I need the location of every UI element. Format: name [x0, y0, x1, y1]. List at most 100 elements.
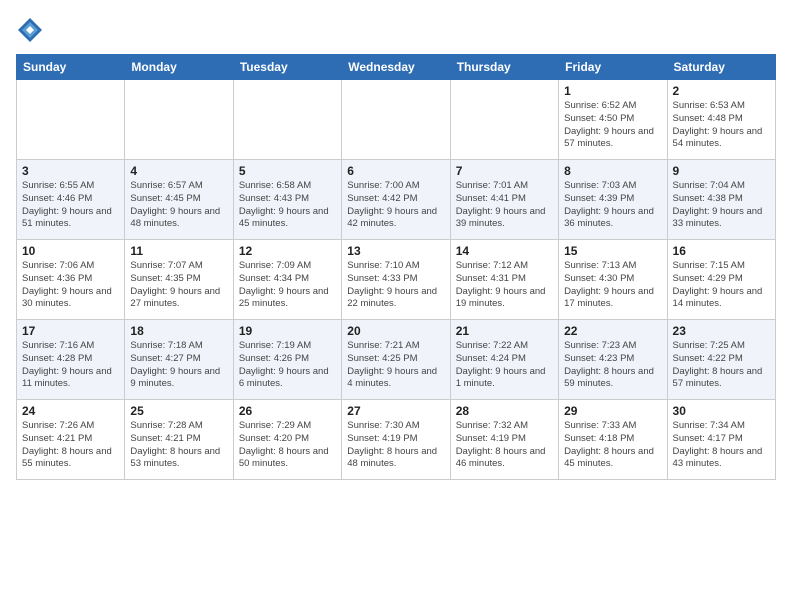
calendar-table: SundayMondayTuesdayWednesdayThursdayFrid…	[16, 54, 776, 480]
day-number: 20	[347, 324, 444, 338]
header-row: SundayMondayTuesdayWednesdayThursdayFrid…	[17, 55, 776, 80]
day-cell: 11Sunrise: 7:07 AM Sunset: 4:35 PM Dayli…	[125, 240, 233, 320]
day-number: 2	[673, 84, 770, 98]
day-info: Sunrise: 7:18 AM Sunset: 4:27 PM Dayligh…	[130, 340, 220, 389]
week-row-0: 1 Sunrise: 6:52 AM Sunset: 4:50 PM Daylig…	[17, 80, 776, 160]
day-cell: 8 Sunrise: 7:03 AM Sunset: 4:39 PM Daylig…	[559, 160, 667, 240]
day-number: 25	[130, 404, 227, 418]
day-info: Sunrise: 7:29 AM Sunset: 4:20 PM Dayligh…	[239, 420, 329, 469]
day-number: 9	[673, 164, 770, 178]
day-cell: 10 Sunrise: 7:06 AM Sunset: 4:36 PM Dayli…	[17, 240, 125, 320]
header-cell-sunday: Sunday	[17, 55, 125, 80]
day-cell: 28 Sunrise: 7:32 AM Sunset: 4:19 PM Dayli…	[450, 400, 558, 480]
day-number: 1	[564, 84, 661, 98]
day-cell: 29 Sunrise: 7:33 AM Sunset: 4:18 PM Dayli…	[559, 400, 667, 480]
day-info: Sunrise: 7:01 AM Sunset: 4:41 PM Dayligh…	[456, 180, 546, 229]
day-info: Sunrise: 7:30 AM Sunset: 4:19 PM Dayligh…	[347, 420, 437, 469]
day-number: 10	[22, 244, 119, 258]
header-cell-monday: Monday	[125, 55, 233, 80]
day-number: 12	[239, 244, 336, 258]
day-cell: 25 Sunrise: 7:28 AM Sunset: 4:21 PM Dayli…	[125, 400, 233, 480]
page: SundayMondayTuesdayWednesdayThursdayFrid…	[0, 0, 792, 490]
day-info: Sunrise: 7:07 AM Sunset: 4:35 PM Dayligh…	[130, 260, 220, 309]
day-info: Sunrise: 7:19 AM Sunset: 4:26 PM Dayligh…	[239, 340, 329, 389]
day-info: Sunrise: 6:58 AM Sunset: 4:43 PM Dayligh…	[239, 180, 329, 229]
day-number: 19	[239, 324, 336, 338]
day-info: Sunrise: 6:57 AM Sunset: 4:45 PM Dayligh…	[130, 180, 220, 229]
header-cell-friday: Friday	[559, 55, 667, 80]
day-cell: 18 Sunrise: 7:18 AM Sunset: 4:27 PM Dayli…	[125, 320, 233, 400]
day-cell: 14 Sunrise: 7:12 AM Sunset: 4:31 PM Dayli…	[450, 240, 558, 320]
day-cell: 9 Sunrise: 7:04 AM Sunset: 4:38 PM Daylig…	[667, 160, 775, 240]
day-number: 14	[456, 244, 553, 258]
day-cell: 21Sunrise: 7:22 AM Sunset: 4:24 PM Dayli…	[450, 320, 558, 400]
day-number: 22	[564, 324, 661, 338]
day-cell: 7 Sunrise: 7:01 AM Sunset: 4:41 PM Daylig…	[450, 160, 558, 240]
day-info: Sunrise: 7:00 AM Sunset: 4:42 PM Dayligh…	[347, 180, 437, 229]
day-info: Sunrise: 7:12 AM Sunset: 4:31 PM Dayligh…	[456, 260, 546, 309]
logo	[16, 16, 48, 44]
day-info: Sunrise: 7:03 AM Sunset: 4:39 PM Dayligh…	[564, 180, 654, 229]
day-cell: 1 Sunrise: 6:52 AM Sunset: 4:50 PM Daylig…	[559, 80, 667, 160]
day-number: 29	[564, 404, 661, 418]
header-cell-thursday: Thursday	[450, 55, 558, 80]
day-number: 16	[673, 244, 770, 258]
day-cell: 6 Sunrise: 7:00 AM Sunset: 4:42 PM Daylig…	[342, 160, 450, 240]
week-row-4: 24 Sunrise: 7:26 AM Sunset: 4:21 PM Dayli…	[17, 400, 776, 480]
day-cell: 13Sunrise: 7:10 AM Sunset: 4:33 PM Dayli…	[342, 240, 450, 320]
day-number: 26	[239, 404, 336, 418]
day-cell: 19 Sunrise: 7:19 AM Sunset: 4:26 PM Dayli…	[233, 320, 341, 400]
day-info: Sunrise: 7:32 AM Sunset: 4:19 PM Dayligh…	[456, 420, 546, 469]
day-number: 23	[673, 324, 770, 338]
day-number: 15	[564, 244, 661, 258]
day-cell: 5 Sunrise: 6:58 AM Sunset: 4:43 PM Daylig…	[233, 160, 341, 240]
day-cell: 3Sunrise: 6:55 AM Sunset: 4:46 PM Daylig…	[17, 160, 125, 240]
day-cell	[17, 80, 125, 160]
day-cell: 15 Sunrise: 7:13 AM Sunset: 4:30 PM Dayli…	[559, 240, 667, 320]
day-number: 27	[347, 404, 444, 418]
day-number: 28	[456, 404, 553, 418]
header-cell-tuesday: Tuesday	[233, 55, 341, 80]
day-info: Sunrise: 7:23 AM Sunset: 4:23 PM Dayligh…	[564, 340, 654, 389]
week-row-1: 3Sunrise: 6:55 AM Sunset: 4:46 PM Daylig…	[17, 160, 776, 240]
day-info: Sunrise: 7:15 AM Sunset: 4:29 PM Dayligh…	[673, 260, 763, 309]
week-row-3: 17Sunrise: 7:16 AM Sunset: 4:28 PM Dayli…	[17, 320, 776, 400]
day-info: Sunrise: 7:26 AM Sunset: 4:21 PM Dayligh…	[22, 420, 112, 469]
day-cell: 27 Sunrise: 7:30 AM Sunset: 4:19 PM Dayli…	[342, 400, 450, 480]
day-info: Sunrise: 7:33 AM Sunset: 4:18 PM Dayligh…	[564, 420, 654, 469]
day-number: 18	[130, 324, 227, 338]
day-cell: 22 Sunrise: 7:23 AM Sunset: 4:23 PM Dayli…	[559, 320, 667, 400]
day-info: Sunrise: 6:53 AM Sunset: 4:48 PM Dayligh…	[673, 100, 763, 149]
header-cell-wednesday: Wednesday	[342, 55, 450, 80]
day-cell: 16 Sunrise: 7:15 AM Sunset: 4:29 PM Dayli…	[667, 240, 775, 320]
day-info: Sunrise: 7:09 AM Sunset: 4:34 PM Dayligh…	[239, 260, 329, 309]
day-cell	[125, 80, 233, 160]
week-row-2: 10 Sunrise: 7:06 AM Sunset: 4:36 PM Dayli…	[17, 240, 776, 320]
day-cell	[450, 80, 558, 160]
day-info: Sunrise: 6:52 AM Sunset: 4:50 PM Dayligh…	[564, 100, 654, 149]
header	[16, 16, 776, 44]
day-number: 7	[456, 164, 553, 178]
day-info: Sunrise: 6:55 AM Sunset: 4:46 PM Dayligh…	[22, 180, 112, 229]
day-number: 4	[130, 164, 227, 178]
header-cell-saturday: Saturday	[667, 55, 775, 80]
day-cell: 23 Sunrise: 7:25 AM Sunset: 4:22 PM Dayli…	[667, 320, 775, 400]
day-cell: 2 Sunrise: 6:53 AM Sunset: 4:48 PM Daylig…	[667, 80, 775, 160]
day-info: Sunrise: 7:21 AM Sunset: 4:25 PM Dayligh…	[347, 340, 437, 389]
day-info: Sunrise: 7:04 AM Sunset: 4:38 PM Dayligh…	[673, 180, 763, 229]
day-number: 24	[22, 404, 119, 418]
day-info: Sunrise: 7:28 AM Sunset: 4:21 PM Dayligh…	[130, 420, 220, 469]
day-info: Sunrise: 7:10 AM Sunset: 4:33 PM Dayligh…	[347, 260, 437, 309]
day-cell: 30Sunrise: 7:34 AM Sunset: 4:17 PM Dayli…	[667, 400, 775, 480]
day-info: Sunrise: 7:34 AM Sunset: 4:17 PM Dayligh…	[673, 420, 763, 469]
day-number: 21	[456, 324, 553, 338]
day-cell: 24 Sunrise: 7:26 AM Sunset: 4:21 PM Dayli…	[17, 400, 125, 480]
day-cell: 20 Sunrise: 7:21 AM Sunset: 4:25 PM Dayli…	[342, 320, 450, 400]
day-info: Sunrise: 7:13 AM Sunset: 4:30 PM Dayligh…	[564, 260, 654, 309]
day-info: Sunrise: 7:25 AM Sunset: 4:22 PM Dayligh…	[673, 340, 763, 389]
day-number: 6	[347, 164, 444, 178]
day-info: Sunrise: 7:06 AM Sunset: 4:36 PM Dayligh…	[22, 260, 112, 309]
day-cell: 26 Sunrise: 7:29 AM Sunset: 4:20 PM Dayli…	[233, 400, 341, 480]
day-number: 5	[239, 164, 336, 178]
day-number: 8	[564, 164, 661, 178]
